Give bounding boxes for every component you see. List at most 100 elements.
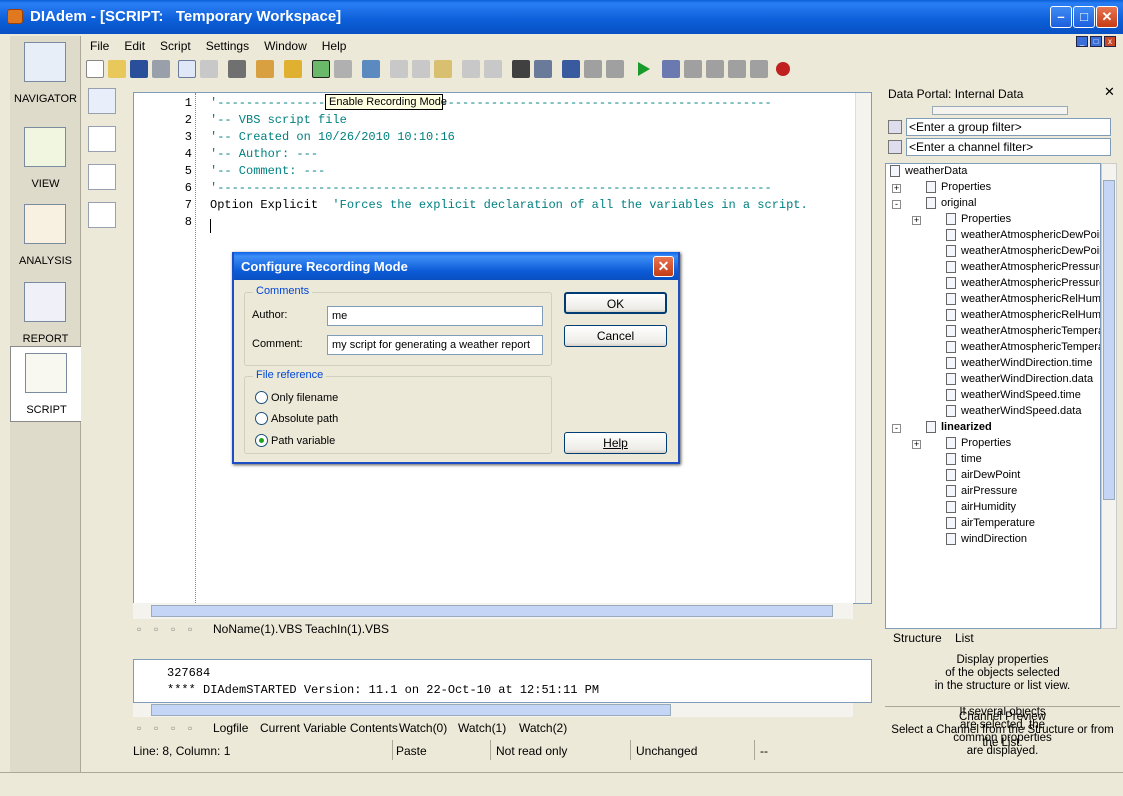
portal-tab-structure[interactable]: Structure	[893, 631, 942, 645]
prev-bookmark-icon[interactable]	[606, 60, 624, 78]
menu-file[interactable]: File	[82, 34, 116, 53]
path-variable-radio[interactable]: Path variable	[255, 434, 335, 447]
menu-help[interactable]: Help	[314, 34, 354, 53]
find-icon[interactable]	[512, 60, 530, 78]
step-into-icon[interactable]	[662, 60, 680, 78]
tree-node[interactable]: airPressure	[946, 485, 1017, 498]
dialog-editor-icon[interactable]	[362, 60, 380, 78]
log-tab[interactable]: Logfile	[213, 721, 248, 735]
stop-record-icon[interactable]	[774, 60, 792, 78]
tree-node[interactable]: weatherWindSpeed.data	[946, 405, 1081, 418]
log-horizontal-scrollbar[interactable]	[133, 703, 853, 717]
log-next-icon[interactable]: ▫	[171, 721, 175, 735]
save-all-icon[interactable]	[152, 60, 170, 78]
log-tab[interactable]: Watch(0)	[399, 721, 447, 735]
tree-node[interactable]: weatherWindSpeed.time	[946, 389, 1081, 402]
mdi-restore-icon[interactable]: □	[1090, 36, 1102, 47]
tree-node[interactable]: weatherData	[890, 165, 967, 178]
nav-script[interactable]: SCRIPT	[10, 346, 81, 422]
paste-icon[interactable]	[434, 60, 452, 78]
tree-node[interactable]: airDewPoint	[946, 469, 1020, 482]
tree-vertical-scrollbar[interactable]	[1101, 163, 1117, 629]
script-properties-icon[interactable]	[178, 60, 196, 78]
tree-node[interactable]: weatherAtmosphericTemperature.time	[946, 325, 1100, 338]
portal-tab-list[interactable]: List	[955, 631, 974, 645]
nav-analysis[interactable]: ANALYSIS	[10, 198, 81, 274]
editor-tab[interactable]: TeachIn(1).VBS	[305, 622, 389, 636]
portal-close-icon[interactable]: ✕	[1104, 84, 1115, 100]
toggle-breakpoint-icon[interactable]	[728, 60, 746, 78]
expand-icon[interactable]: +	[912, 216, 921, 225]
nav-navigator[interactable]: NAVIGATOR	[10, 36, 81, 112]
tree-node[interactable]: weatherAtmosphericTemperature.data	[946, 341, 1100, 354]
tree-node[interactable]: weatherAtmosphericPressure.time	[946, 261, 1100, 274]
run-folder-icon[interactable]	[284, 60, 302, 78]
record-stop-icon[interactable]	[334, 60, 352, 78]
expand-icon[interactable]: +	[892, 184, 901, 193]
maximize-button[interactable]: □	[1073, 6, 1095, 28]
comment-input[interactable]: my script for generating a weather repor…	[327, 335, 543, 355]
nav-last-icon[interactable]: ▫	[188, 622, 192, 636]
author-input[interactable]: me	[327, 306, 543, 326]
nav-view[interactable]: VIEW	[10, 121, 81, 197]
menu-edit[interactable]: Edit	[116, 34, 152, 53]
tree-node[interactable]: Properties	[946, 437, 1011, 450]
step-out-icon[interactable]	[706, 60, 724, 78]
run-script-icon[interactable]	[634, 60, 652, 78]
log-last-icon[interactable]: ▫	[188, 721, 192, 735]
tree-node[interactable]: time	[946, 453, 982, 466]
debug-list-icon[interactable]	[88, 202, 116, 228]
log-first-icon[interactable]: ▫	[137, 721, 141, 735]
expand-icon[interactable]: +	[912, 440, 921, 449]
tree-node[interactable]: linearized	[926, 421, 992, 434]
redo-icon[interactable]	[484, 60, 502, 78]
log-prev-icon[interactable]: ▫	[154, 721, 158, 735]
log-tab[interactable]: Current Variable Contents	[260, 721, 398, 735]
next-bookmark-icon[interactable]	[584, 60, 602, 78]
dialog-close-button[interactable]: ✕	[653, 256, 674, 277]
tree-node[interactable]: weatherAtmosphericPressure.data	[946, 277, 1100, 290]
nav-first-icon[interactable]: ▫	[137, 622, 141, 636]
tree-node[interactable]: original	[926, 197, 976, 210]
save-icon[interactable]	[130, 60, 148, 78]
help-button[interactable]: Help	[564, 432, 667, 454]
tree-node[interactable]: weatherAtmosphericDewPoint.data	[946, 245, 1100, 258]
group-filter-input[interactable]: <Enter a group filter>	[906, 118, 1111, 136]
nav-report[interactable]: REPORT	[10, 276, 81, 352]
edit-icon[interactable]	[200, 60, 218, 78]
tree-node[interactable]: windDirection	[946, 533, 1027, 546]
minimize-button[interactable]: –	[1050, 6, 1072, 28]
cut-icon[interactable]	[390, 60, 408, 78]
menu-window[interactable]: Window	[256, 34, 314, 53]
collapse-filters-icon[interactable]	[932, 106, 1068, 115]
tree-node[interactable]: weatherAtmosphericRelHumidity.data	[946, 309, 1100, 322]
nav-prev-icon[interactable]: ▫	[154, 622, 158, 636]
open-file-icon[interactable]	[108, 60, 126, 78]
nav-next-icon[interactable]: ▫	[171, 622, 175, 636]
ok-button[interactable]: OK	[564, 292, 667, 314]
absolute-path-radio[interactable]: Absolute path	[255, 412, 338, 425]
tree-node[interactable]: airHumidity	[946, 501, 1016, 514]
tree-node[interactable]: Properties	[926, 181, 991, 194]
dialog-icon[interactable]	[88, 126, 116, 152]
close-button[interactable]: ✕	[1096, 6, 1118, 28]
replace-icon[interactable]	[534, 60, 552, 78]
copy-icon[interactable]	[412, 60, 430, 78]
editor-vertical-scrollbar[interactable]	[855, 93, 871, 603]
log-tab[interactable]: Watch(2)	[519, 721, 567, 735]
mdi-minimize-icon[interactable]: _	[1076, 36, 1088, 47]
collapse-icon[interactable]: -	[892, 200, 901, 209]
tree-node[interactable]: airTemperature	[946, 517, 1035, 530]
undo-icon[interactable]	[462, 60, 480, 78]
menu-script[interactable]: Script	[152, 34, 198, 53]
tree-node[interactable]: weatherWindDirection.time	[946, 357, 1092, 370]
log-tab[interactable]: Watch(1)	[458, 721, 506, 735]
tree-node[interactable]: weatherAtmosphericDewPoint.time	[946, 229, 1100, 242]
tree-node[interactable]: weatherWindDirection.data	[946, 373, 1093, 386]
script-help-icon[interactable]	[88, 88, 116, 114]
enable-recording-icon[interactable]	[312, 60, 330, 78]
mdi-close-icon[interactable]: x	[1104, 36, 1116, 47]
editor-tab[interactable]: NoName(1).VBS	[213, 622, 302, 636]
clear-breakpoints-icon[interactable]	[750, 60, 768, 78]
only-filename-radio[interactable]: Only filename	[255, 391, 338, 404]
